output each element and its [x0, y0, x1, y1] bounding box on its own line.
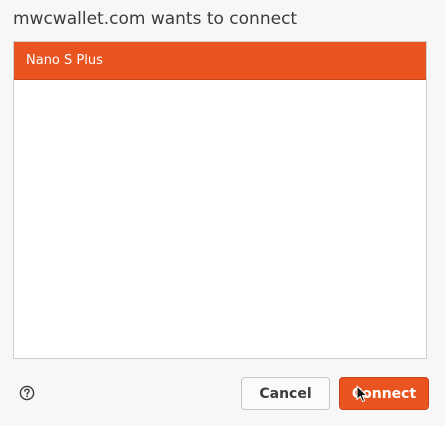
device-list: Nano S Plus [13, 41, 427, 359]
device-item-label: Nano S Plus [26, 53, 103, 68]
device-item-nano-s-plus[interactable]: Nano S Plus [14, 42, 426, 80]
dialog-title: mwcwallet.com wants to connect [13, 9, 298, 29]
help-icon[interactable] [19, 385, 35, 401]
connect-button[interactable]: Connect [339, 377, 429, 410]
cancel-button[interactable]: Cancel [241, 377, 330, 410]
connect-dialog: mwcwallet.com wants to connect Nano S Pl… [0, 0, 445, 426]
